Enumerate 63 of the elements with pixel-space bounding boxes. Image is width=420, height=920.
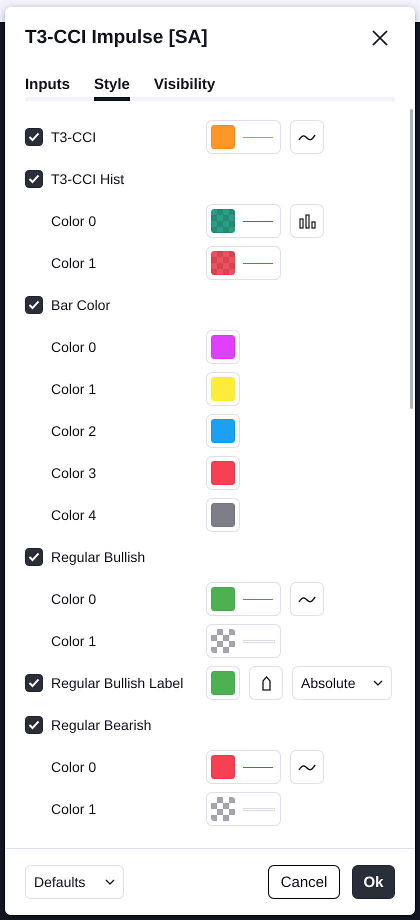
chevron-icon — [105, 879, 115, 885]
checkbox[interactable] — [25, 674, 43, 692]
tab[interactable]: Visibility — [154, 71, 216, 101]
color-picker[interactable] — [206, 120, 281, 154]
line-style-button[interactable] — [290, 582, 324, 616]
check-icon — [28, 720, 40, 730]
checkbox[interactable] — [25, 170, 43, 188]
color-picker[interactable] — [206, 330, 240, 364]
transparent-swatch — [211, 797, 235, 821]
setting-label: Regular Bearish — [51, 717, 152, 733]
color-picker[interactable] — [206, 624, 281, 658]
check-icon — [28, 678, 40, 688]
dialog-title: T3-CCI Impulse [SA] — [25, 27, 208, 49]
setting-label: Color 2 — [50, 423, 98, 439]
scrollbar[interactable] — [410, 109, 413, 409]
setting-label: Bar Color — [51, 297, 112, 313]
setting-label: Regular Bullish Label — [51, 675, 184, 691]
check-icon — [28, 132, 40, 142]
ok-button[interactable]: Ok — [352, 865, 395, 899]
setting-label: Color 0 — [50, 213, 98, 229]
setting-label: Color 0 — [50, 759, 98, 775]
color-picker[interactable] — [206, 750, 281, 784]
defaults-dropdown[interactable]: Defaults — [25, 865, 124, 899]
label-shape-icon — [260, 676, 272, 690]
setting-label: T3-CCI Hist — [51, 171, 126, 187]
line-style-button[interactable] — [290, 204, 324, 238]
cancel-button[interactable]: Cancel — [268, 865, 340, 899]
setting-label: Color 1 — [50, 801, 98, 817]
check-icon — [28, 552, 40, 562]
checkbox[interactable] — [25, 128, 43, 146]
columns-icon — [298, 214, 316, 228]
line-style-button[interactable] — [290, 120, 324, 154]
tab[interactable]: Inputs — [25, 71, 70, 101]
checkbox[interactable] — [25, 716, 43, 734]
color-picker[interactable] — [206, 792, 281, 826]
setting-label: Color 1 — [50, 633, 98, 649]
color-picker[interactable] — [206, 372, 240, 406]
setting-label: Color 1 — [50, 255, 98, 271]
shape-button[interactable] — [249, 666, 283, 700]
setting-label: Color 1 — [50, 381, 98, 397]
setting-label: Color 0 — [50, 339, 98, 355]
color-picker[interactable] — [206, 498, 240, 532]
checkbox[interactable] — [25, 296, 43, 314]
checkbox[interactable] — [25, 548, 43, 566]
setting-label: Regular Bullish — [51, 549, 146, 565]
setting-label: Color 0 — [50, 591, 98, 607]
close-icon[interactable] — [371, 29, 389, 47]
color-picker[interactable] — [206, 456, 240, 490]
setting-label: Color 4 — [50, 507, 98, 523]
position-dropdown[interactable]: Absolute — [292, 666, 392, 700]
color-picker[interactable] — [206, 204, 281, 238]
line-style-button[interactable] — [290, 750, 324, 784]
chevron-icon — [373, 680, 383, 686]
check-icon — [28, 300, 40, 310]
color-picker[interactable] — [206, 414, 240, 448]
setting-label: T3-CCI — [51, 129, 98, 145]
check-icon — [28, 174, 40, 184]
transparent-swatch — [211, 629, 235, 653]
setting-label: Color 3 — [50, 465, 98, 481]
tab[interactable]: Style — [94, 71, 130, 101]
color-picker[interactable] — [206, 246, 281, 280]
color-picker[interactable] — [206, 666, 240, 700]
color-picker[interactable] — [206, 582, 281, 616]
